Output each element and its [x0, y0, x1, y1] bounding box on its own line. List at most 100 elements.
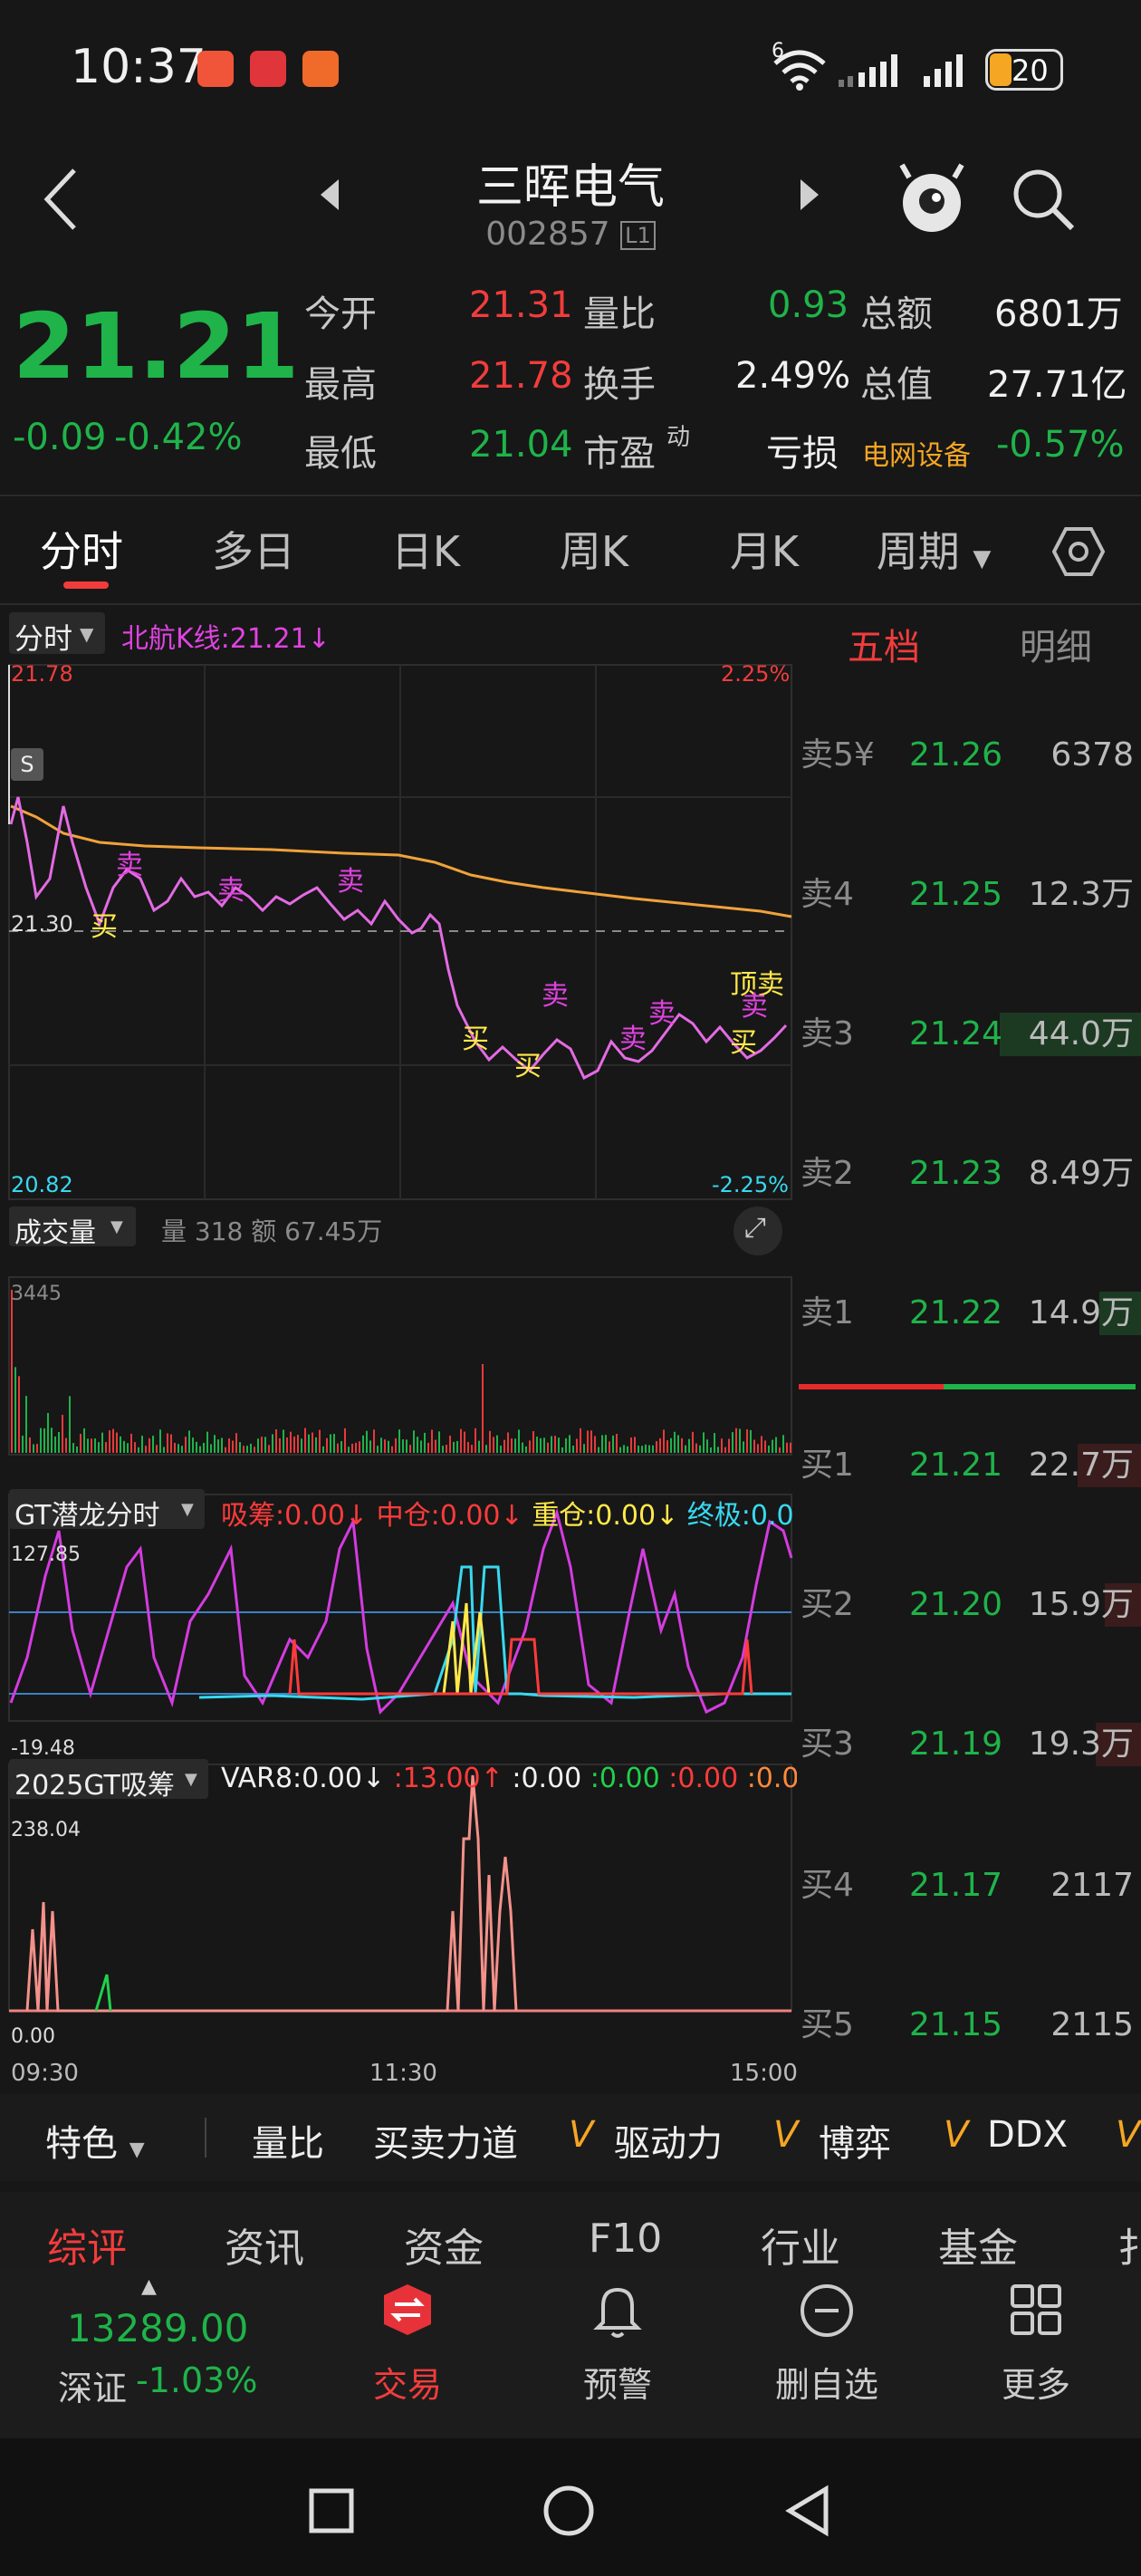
volume-bar: [648, 1445, 650, 1453]
feature-item[interactable]: 量比: [252, 2114, 324, 2167]
volume-bar: [51, 1427, 53, 1453]
volume-bar: [580, 1427, 581, 1453]
next-stock-icon[interactable]: [799, 178, 822, 212]
bid-row[interactable]: 买3 21.19 19.3万: [797, 1717, 1141, 1772]
nav-more[interactable]: 更多: [978, 2283, 1094, 2427]
tab-five-levels[interactable]: 五档: [848, 618, 920, 670]
tab-daily-k[interactable]: 日K: [362, 498, 489, 605]
volume-bar: [456, 1440, 458, 1453]
ask-row[interactable]: 卖3 21.24 44.0万: [797, 1007, 1141, 1062]
tab-review[interactable]: 综评: [47, 2216, 127, 2273]
volume-bar: [188, 1430, 190, 1453]
ask-row[interactable]: 卖2 21.23 8.49万: [797, 1147, 1141, 1201]
tab-detail[interactable]: 明细: [1020, 618, 1092, 670]
settings-icon[interactable]: [1052, 525, 1105, 578]
volume-bar: [735, 1427, 737, 1453]
tab-weekly-k[interactable]: 周K: [531, 498, 657, 605]
feature-item[interactable]: 博弈: [819, 2114, 891, 2167]
tab-multi-day[interactable]: 多日: [190, 498, 317, 605]
tab-timeshare[interactable]: 分时: [18, 498, 145, 605]
volume-bar: [76, 1446, 78, 1453]
volume-bar: [152, 1436, 154, 1453]
bid-label: 买5: [801, 2006, 854, 2043]
bid-row[interactable]: 买4 21.17 2117: [797, 1859, 1141, 1913]
v-badge-icon: V: [944, 2114, 969, 2156]
gt2-indicator-select[interactable]: 2025GT吸筹 ▼: [9, 1759, 208, 1802]
volume-bar: [112, 1428, 114, 1453]
market-badge: L1: [620, 221, 656, 250]
chart-area[interactable]: 分时 ▼ 北航K线:21.21↓ 21.78 2.25% 21.30 20.82…: [0, 605, 798, 2091]
ask-row[interactable]: 卖4 21.25 12.3万: [797, 868, 1141, 922]
expand-icon[interactable]: ⤢: [734, 1206, 782, 1255]
volume-bar: [728, 1438, 730, 1453]
notification-icon: [197, 51, 234, 87]
bid-row[interactable]: 买1 21.21 22.7万: [797, 1438, 1141, 1493]
volume-bar: [605, 1435, 607, 1453]
prev-stock-icon[interactable]: [317, 178, 340, 212]
buy-signal: 买: [730, 1027, 757, 1059]
amount-label: 总额: [860, 293, 933, 335]
volume-bar: [460, 1428, 462, 1453]
tab-fund[interactable]: 基金: [938, 2216, 1018, 2273]
volume-bar: [221, 1437, 223, 1453]
volume-bar: [536, 1437, 538, 1453]
ask-row[interactable]: 卖1 21.22 14.9万: [797, 1286, 1141, 1341]
volume-bar: [80, 1434, 82, 1453]
volume-bar: [449, 1436, 451, 1453]
ask-label: 卖2: [801, 1155, 854, 1192]
tab-more-cut[interactable]: 扌: [1117, 2216, 1141, 2273]
back-nav-icon[interactable]: [782, 2484, 833, 2538]
volume-bar: [685, 1445, 686, 1453]
bid-label: 买3: [801, 1725, 854, 1763]
sector-name[interactable]: 电网设备: [862, 433, 971, 473]
home-icon[interactable]: [542, 2484, 596, 2538]
volume-bar: [257, 1438, 259, 1453]
tab-f10[interactable]: F10: [589, 2216, 662, 2262]
chevron-up-icon: ▲: [141, 2275, 157, 2298]
ask-row[interactable]: 卖5¥ 21.26 6378: [797, 728, 1141, 783]
volume-bar: [609, 1441, 610, 1453]
feature-item[interactable]: 驱动力: [614, 2114, 723, 2167]
volume-bar: [772, 1439, 773, 1453]
tab-period-label: 周期: [876, 527, 960, 576]
volume-bar: [359, 1441, 360, 1453]
volume-indicator-select[interactable]: 成交量 ▼: [9, 1206, 136, 1249]
tab-monthly-k[interactable]: 月K: [701, 498, 828, 605]
feature-item[interactable]: DDX: [987, 2114, 1068, 2156]
bid-row[interactable]: 买2 21.20 15.9万: [797, 1578, 1141, 1632]
gt-indicator-select[interactable]: GT潜龙分时 ▼: [9, 1489, 205, 1532]
nav-trade[interactable]: 交易: [350, 2283, 465, 2427]
back-icon[interactable]: [40, 167, 80, 232]
bid-row[interactable]: 买5 21.15 2115: [797, 1998, 1141, 2052]
volume-bar: [681, 1437, 683, 1453]
volume-bar: [29, 1437, 31, 1453]
search-icon[interactable]: [1011, 167, 1076, 232]
volume-bar: [565, 1437, 567, 1453]
v-badge-icon: V: [773, 2114, 799, 2156]
grid-icon: [1011, 2284, 1061, 2335]
feature-select-label: 特色: [45, 2123, 118, 2165]
nav-alert[interactable]: 预警: [560, 2283, 676, 2427]
chevron-down-icon: ▼: [973, 545, 992, 572]
volume-bar: [156, 1445, 158, 1453]
info-tabs: 综评 资讯 资金 F10 行业 基金 扌: [0, 2192, 1141, 2272]
volume-bar: [753, 1439, 755, 1453]
volume-bar: [616, 1434, 618, 1453]
feature-select[interactable]: 特色 ▼: [45, 2114, 145, 2167]
recent-apps-icon[interactable]: [308, 2487, 355, 2534]
tab-funds[interactable]: 资金: [404, 2216, 484, 2273]
volume-bar: [286, 1437, 288, 1453]
chart-mode-select[interactable]: 分时 ▼: [9, 612, 105, 656]
feature-item[interactable]: 买卖力道: [373, 2114, 518, 2167]
open-label: 今开: [304, 293, 377, 335]
tab-industry[interactable]: 行业: [761, 2216, 840, 2273]
gt-values: 吸筹:0.00↓ 中仓:0.00↓ 重仓:0.00↓ 终极:0.0: [221, 1493, 797, 1533]
nav-remove-watchlist[interactable]: 删自选: [768, 2283, 886, 2427]
tab-period[interactable]: 周期 ▼: [866, 498, 1002, 605]
tab-news[interactable]: 资讯: [225, 2216, 304, 2273]
volume-bar: [743, 1441, 744, 1453]
volume-bar: [782, 1435, 784, 1453]
volume-bar: [246, 1446, 248, 1453]
robot-assistant-icon[interactable]: [896, 159, 967, 235]
index-value[interactable]: 13289.00: [67, 2306, 248, 2350]
